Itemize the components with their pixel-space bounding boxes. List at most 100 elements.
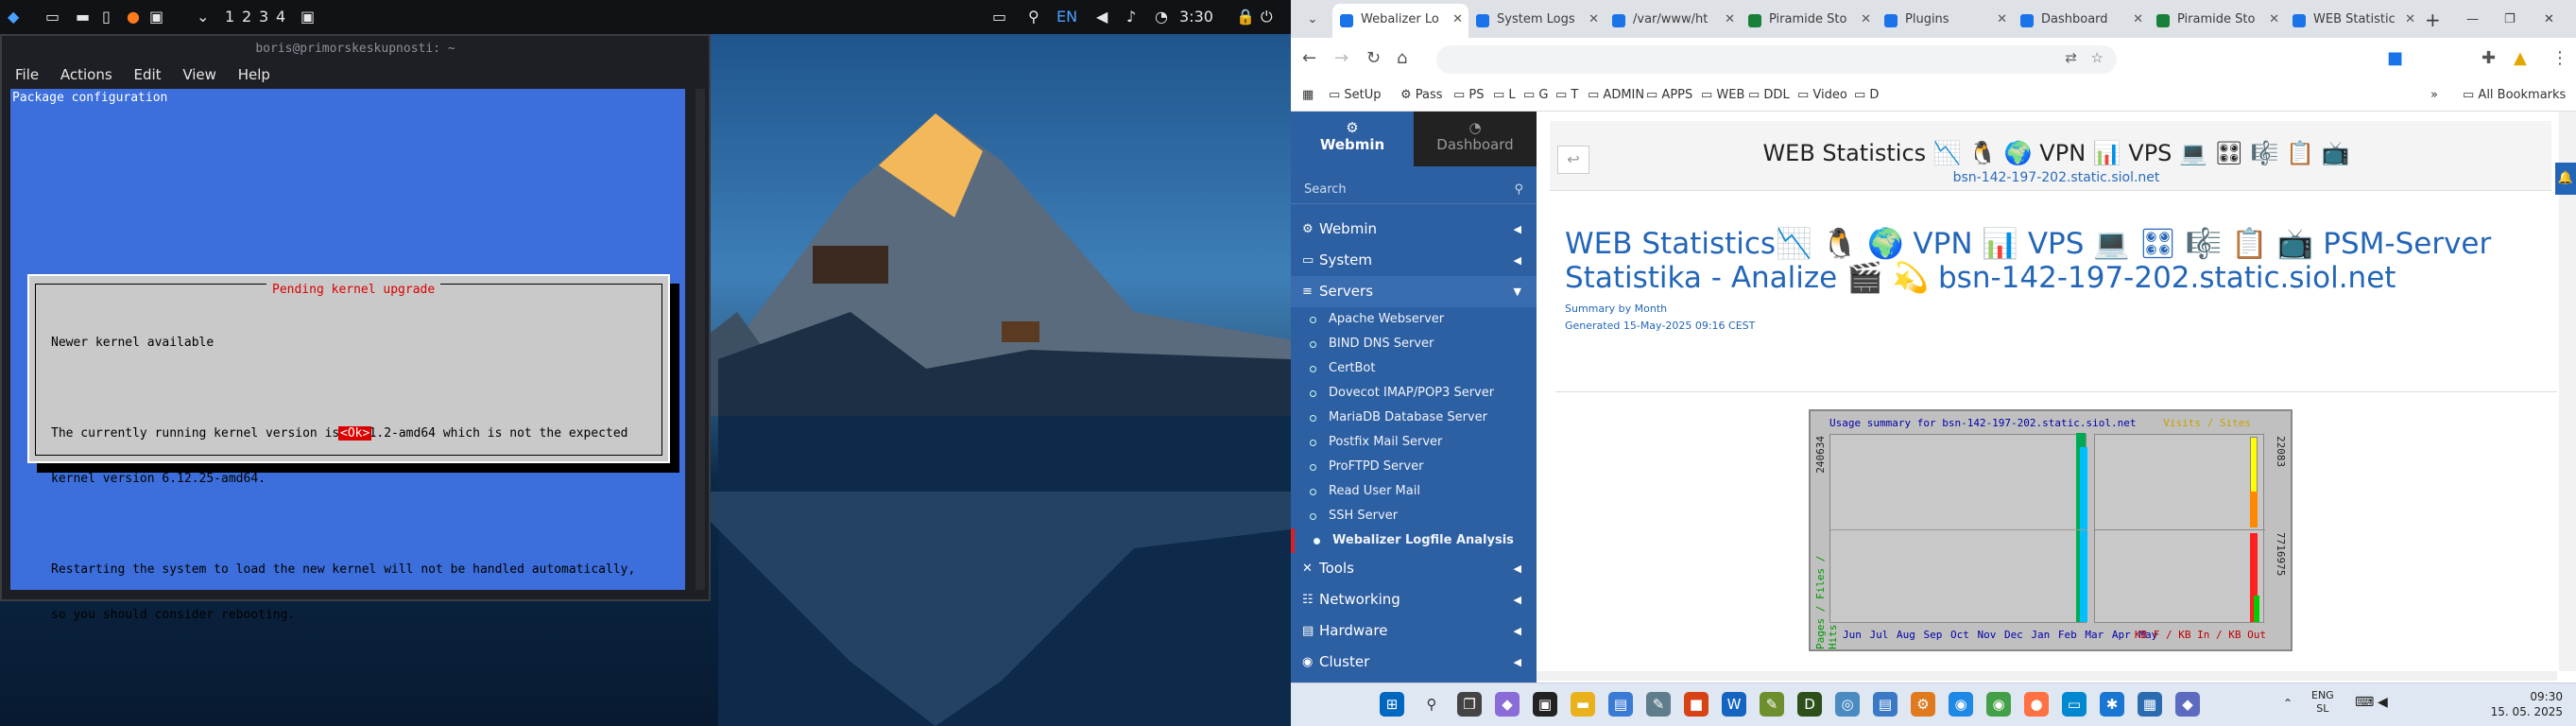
sidebar-sub-read-mail[interactable]: Read User Mail xyxy=(1291,479,1537,504)
firefox-icon[interactable]: ● xyxy=(127,0,140,34)
app-icon[interactable]: ◆ xyxy=(2175,692,2200,717)
tab-plugins[interactable]: Plugins ✕ xyxy=(1877,4,2013,38)
vertical-scrollbar[interactable] xyxy=(2559,112,2576,671)
sidebar-sub-postfix[interactable]: Postfix Mail Server xyxy=(1291,430,1537,455)
window-close-icon[interactable]: ✕ xyxy=(2544,4,2554,38)
menu-file[interactable]: File xyxy=(15,66,39,83)
close-icon[interactable]: ✕ xyxy=(1725,4,1735,36)
close-icon[interactable]: ✕ xyxy=(2269,4,2279,36)
menu-actions[interactable]: Actions xyxy=(60,66,112,83)
menu-view[interactable]: View xyxy=(182,66,216,83)
bookmark-g[interactable]: ▭ G xyxy=(1523,79,1549,112)
network-icon[interactable]: ⌨ xyxy=(2355,695,2374,710)
app-icon[interactable]: ■ xyxy=(1684,692,1709,717)
bookmark-l[interactable]: ▭ L xyxy=(1493,79,1516,112)
sidebar-item-cluster[interactable]: ◉ Cluster ◀ xyxy=(1291,647,1537,678)
app-icon[interactable]: ⚙ xyxy=(1911,692,1935,717)
bookmark-setup[interactable]: ▭ SetUp xyxy=(1329,79,1382,112)
bell-icon[interactable]: 🔔 xyxy=(2555,163,2576,195)
terminal-taskbar-icon[interactable]: ▣ xyxy=(1533,692,1557,717)
sidebar-item-servers[interactable]: ≡ Servers ▼ xyxy=(1291,276,1537,307)
more-icon[interactable]: ⋮ xyxy=(2551,38,2568,79)
document-icon[interactable]: ▯ xyxy=(102,0,111,34)
volume-icon[interactable]: ◀ xyxy=(1096,0,1108,34)
bookmark-ddl[interactable]: ▭ DDL xyxy=(1748,79,1790,112)
menu-help[interactable]: Help xyxy=(238,66,270,83)
search-icon[interactable]: ⚲ xyxy=(1514,176,1523,204)
lock-icon[interactable]: 🔒 xyxy=(1236,0,1255,34)
tab-piramide-2[interactable]: Piramide Sto ✕ xyxy=(2149,4,2285,38)
apps-icon[interactable]: ▦ xyxy=(1302,79,1314,112)
sidebar-sub-ssh[interactable]: SSH Server xyxy=(1291,504,1537,528)
home-icon[interactable]: ⌂ xyxy=(1397,38,1407,79)
sidebar-item-tools[interactable]: ✕ Tools ◀ xyxy=(1291,553,1537,584)
minimize-icon[interactable]: — xyxy=(2466,4,2479,38)
app-icon[interactable]: ✱ xyxy=(2100,692,2124,717)
address-bar[interactable]: ⇄ ☆ xyxy=(1436,45,2117,74)
chrome-icon[interactable]: ◉ xyxy=(1949,692,1973,717)
tab-dashboard-sidebar[interactable]: ◔ Dashboard xyxy=(1414,112,1537,166)
firefox-taskbar-icon[interactable]: ● xyxy=(2024,692,2049,717)
app-icon[interactable]: ▭ xyxy=(2062,692,2087,717)
sidebar-sub-bind[interactable]: BIND DNS Server xyxy=(1291,332,1537,356)
dreamweaver-icon[interactable]: D xyxy=(1797,692,1822,717)
tab-system-logs[interactable]: System Logs ✕ xyxy=(1468,4,1605,38)
app-icon[interactable]: ▦ xyxy=(2138,692,2162,717)
sidebar-sub-apache[interactable]: Apache Webserver xyxy=(1291,307,1537,332)
sidebar-sub-certbot[interactable]: CertBot xyxy=(1291,356,1537,381)
terminal-window[interactable]: boris@primorskeskupnosti: ~ File Actions… xyxy=(0,34,711,622)
close-icon[interactable]: ✕ xyxy=(1452,4,1463,36)
sidebar-item-system[interactable]: ▭ System ◀ xyxy=(1291,245,1537,276)
sidebar-sub-mariadb[interactable]: MariaDB Database Server xyxy=(1291,406,1537,430)
desktop-icon[interactable]: ▭ xyxy=(45,0,60,34)
sidebar-sub-dovecot[interactable]: Dovecot IMAP/POP3 Server xyxy=(1291,381,1537,406)
tab-var-www[interactable]: /var/www/ht ✕ xyxy=(1605,4,1741,38)
close-icon[interactable]: ✕ xyxy=(1589,4,1599,36)
terminal-scrollbar[interactable] xyxy=(696,89,705,590)
sidebar-item-webmin[interactable]: ⚙ Webmin ◀ xyxy=(1291,214,1537,245)
task-view-icon[interactable]: ❐ xyxy=(1457,692,1482,717)
tab-dashboard[interactable]: Dashboard ✕ xyxy=(2013,4,2149,38)
keyboard-layout[interactable]: EN xyxy=(1056,0,1077,34)
bookmark-video[interactable]: ▭ Video xyxy=(1797,79,1847,112)
close-icon[interactable]: ✕ xyxy=(1997,4,2007,36)
warning-icon[interactable]: ▲ xyxy=(2514,38,2527,79)
tab-webalizer[interactable]: Webalizer Lo ✕ xyxy=(1332,4,1468,38)
power-icon[interactable]: ⏻ xyxy=(1261,0,1273,34)
sidebar-sub-webalizer[interactable]: Webalizer Logfile Analysis xyxy=(1291,528,1537,553)
app-icon[interactable]: ▤ xyxy=(1873,692,1898,717)
terminal-body[interactable]: Package configuration Pending kernel upg… xyxy=(10,89,685,622)
close-icon[interactable]: ✕ xyxy=(2133,4,2143,36)
reload-icon[interactable]: ↻ xyxy=(1366,38,1381,79)
workspace-1[interactable]: 1 xyxy=(225,0,234,34)
bookmark-web[interactable]: ▭ WEB xyxy=(1701,79,1744,112)
translate-icon[interactable]: ⇄ xyxy=(2065,49,2077,66)
sidebar-item-hardware[interactable]: ▤ Hardware ◀ xyxy=(1291,615,1537,647)
language-indicator[interactable]: ENG SL xyxy=(2311,689,2334,716)
app-icon[interactable]: ◆ xyxy=(1495,692,1520,717)
speaker-icon[interactable]: ◀ xyxy=(2378,695,2388,710)
tray-chevron-icon[interactable]: ⌃ xyxy=(2283,697,2293,710)
workspace-3[interactable]: 3 xyxy=(259,0,268,34)
more-bookmarks-icon[interactable]: » xyxy=(2430,79,2438,112)
sidebar-search[interactable]: Search ⚲ xyxy=(1291,176,1537,204)
save-icon[interactable]: ▤ xyxy=(1608,692,1633,717)
workspace-2[interactable]: 2 xyxy=(242,0,251,34)
link-icon[interactable]: ⚲ xyxy=(1028,0,1039,34)
new-tab-icon[interactable]: + xyxy=(2425,4,2441,38)
network-app-icon[interactable]: ◎ xyxy=(1835,692,1860,717)
bookmark-pass[interactable]: ⚙ Pass xyxy=(1400,79,1443,112)
bookmark-d[interactable]: ▭ D xyxy=(1854,79,1879,112)
bookmark-apps[interactable]: ▭ APPS xyxy=(1646,79,1692,112)
tab-piramide-1[interactable]: Piramide Sto ✕ xyxy=(1741,4,1877,38)
kali-menu-icon[interactable]: ◆ xyxy=(8,0,19,34)
app-icon[interactable]: ✎ xyxy=(1646,692,1671,717)
bookmark-admin[interactable]: ▭ ADMIN xyxy=(1588,79,1644,112)
ok-button[interactable]: <Ok> xyxy=(338,426,372,441)
start-icon[interactable]: ⊞ xyxy=(1380,692,1404,717)
taskbar-clock[interactable]: 09:30 15. 05. 2025 xyxy=(2491,689,2563,719)
folder-icon[interactable]: ▬ xyxy=(76,0,90,34)
app-icon[interactable]: ✎ xyxy=(1760,692,1784,717)
menu-edit[interactable]: Edit xyxy=(133,66,161,83)
sidebar-sub-proftpd[interactable]: ProFTPD Server xyxy=(1291,455,1537,479)
